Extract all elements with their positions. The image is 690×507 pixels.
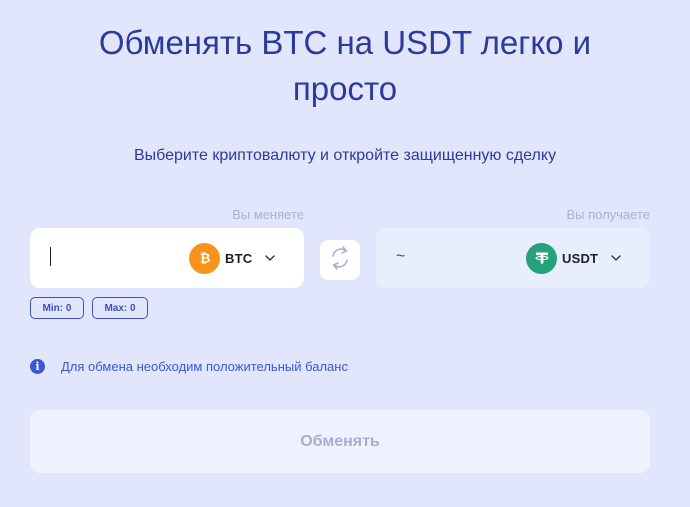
page-title-line2: просто — [292, 70, 398, 107]
chevron-down-icon — [611, 255, 621, 261]
give-currency-select[interactable]: ₿ BTC — [189, 242, 276, 274]
get-currency-ticker: USDT — [562, 250, 599, 266]
page-title-line1: Обменять BTC на USDT легко и — [98, 24, 592, 61]
svg-text:₿: ₿ — [199, 252, 210, 267]
info-icon: i — [30, 359, 45, 374]
page-title: Обменять BTC на USDT легко и просто — [40, 20, 650, 112]
give-currency-ticker: BTC — [225, 250, 253, 266]
give-amount-input[interactable] — [46, 244, 186, 272]
balance-notice: i Для обмена необходим положительный бал… — [30, 359, 348, 374]
swap-button[interactable] — [320, 240, 360, 280]
min-limit-button[interactable]: Min: 0 — [30, 297, 84, 319]
get-amount-value: ~ — [396, 248, 406, 265]
text-caret — [50, 247, 51, 266]
get-currency-select[interactable]: USDT — [526, 242, 621, 274]
exchange-submit-button[interactable]: Обменять — [30, 410, 650, 473]
swap-arrows-icon — [327, 243, 353, 278]
max-limit-button[interactable]: Max: 0 — [92, 297, 148, 319]
give-label: Вы меняете — [232, 207, 304, 222]
tether-icon — [526, 242, 557, 274]
bitcoin-icon: ₿ — [189, 242, 220, 274]
balance-notice-text: Для обмена необходим положительный балан… — [61, 359, 348, 374]
chevron-down-icon — [265, 255, 276, 261]
give-field: ₿ BTC — [30, 228, 304, 288]
page-subtitle: Выберите криптовалюту и откройте защищен… — [133, 147, 557, 164]
get-label: Вы получаете — [566, 207, 650, 222]
get-field: ~ USDT — [376, 228, 650, 288]
